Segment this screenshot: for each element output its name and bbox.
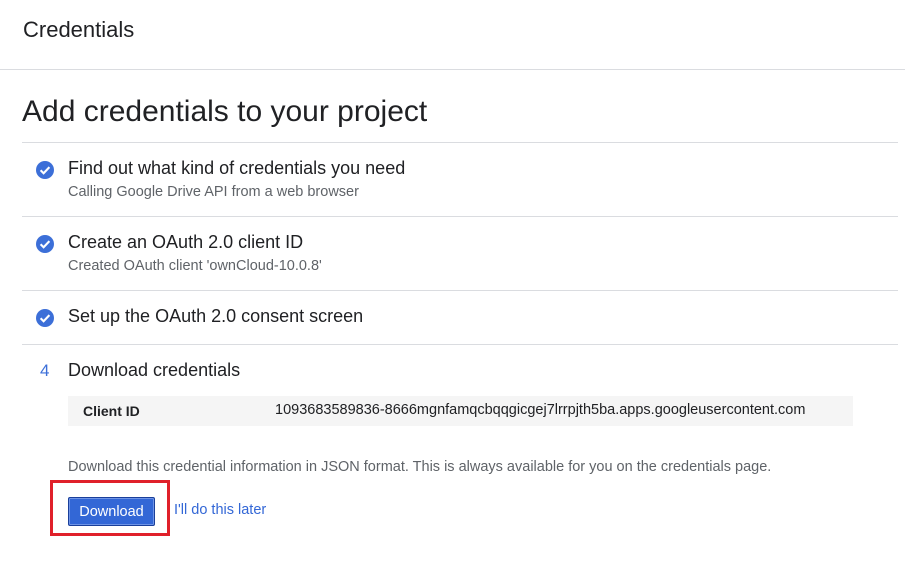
step-3: Set up the OAuth 2.0 consent screen bbox=[22, 291, 898, 345]
step-subtitle: Calling Google Drive API from a web brow… bbox=[68, 184, 359, 200]
step-subtitle: Created OAuth client 'ownCloud-10.0.8' bbox=[68, 258, 322, 274]
check-circle-icon bbox=[36, 309, 54, 327]
check-circle-icon bbox=[36, 235, 54, 253]
step-1: Find out what kind of credentials you ne… bbox=[22, 143, 898, 217]
step-title: Find out what kind of credentials you ne… bbox=[68, 158, 406, 178]
header: Credentials bbox=[0, 0, 905, 70]
check-circle-icon bbox=[36, 161, 54, 179]
step-title: Create an OAuth 2.0 client ID bbox=[68, 232, 304, 252]
credentials-page: Credentials Add credentials to your proj… bbox=[0, 0, 905, 566]
download-button[interactable]: Download bbox=[68, 497, 155, 526]
step-number: 4 bbox=[40, 361, 50, 380]
step-4: 4 Download credentials Client ID 1093683… bbox=[22, 345, 898, 566]
client-id-box: Client ID 1093683589836-8666mgnfamqcbqqg… bbox=[68, 396, 853, 426]
step-2: Create an OAuth 2.0 client ID Created OA… bbox=[22, 217, 898, 291]
client-id-label: Client ID bbox=[83, 403, 140, 419]
steps-list: Find out what kind of credentials you ne… bbox=[22, 142, 898, 566]
client-id-value[interactable]: 1093683589836-8666mgnfamqcbqqgicgej7lrrp… bbox=[275, 402, 805, 418]
download-note: Download this credential information in … bbox=[68, 459, 772, 475]
step-title: Set up the OAuth 2.0 consent screen bbox=[68, 306, 364, 326]
step-title: Download credentials bbox=[68, 360, 241, 380]
header-title: Credentials bbox=[23, 17, 135, 42]
do-later-link[interactable]: I'll do this later bbox=[174, 502, 266, 518]
page-title: Add credentials to your project bbox=[22, 95, 428, 128]
